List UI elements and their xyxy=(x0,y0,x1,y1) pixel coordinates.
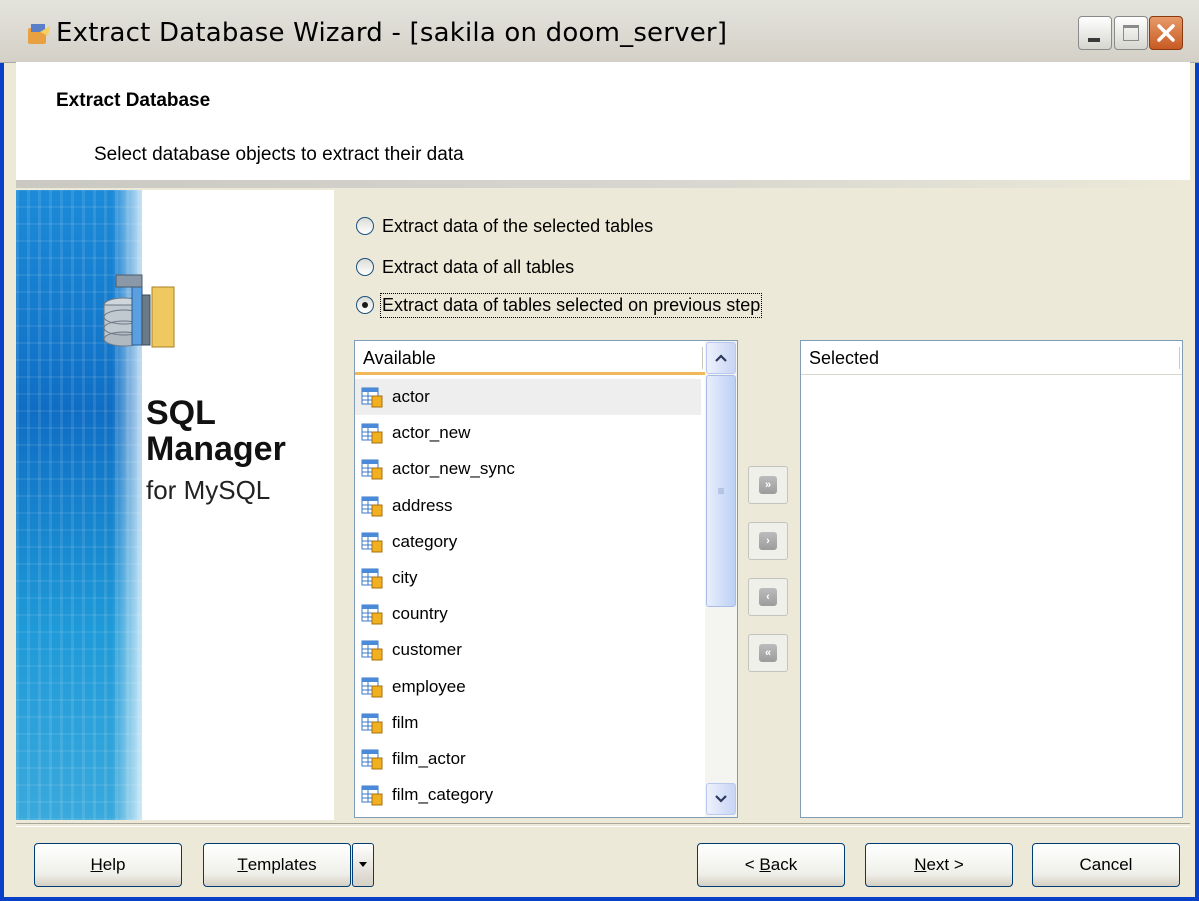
list-item[interactable]: film_actor xyxy=(355,741,701,777)
footer-divider xyxy=(16,823,1190,827)
table-icon xyxy=(361,713,383,734)
templates-label: emplates xyxy=(247,855,317,874)
minimize-button[interactable] xyxy=(1078,16,1112,50)
move-left-icon: ‹ xyxy=(759,588,777,606)
available-header-label: Available xyxy=(363,348,436,368)
move-left-button[interactable]: ‹ xyxy=(748,578,788,616)
table-icon xyxy=(361,532,383,553)
title-bar[interactable]: Extract Database Wizard - [sakila on doo… xyxy=(0,0,1199,63)
help-label: elp xyxy=(102,855,126,874)
next-label: ext > xyxy=(926,855,964,874)
wizard-app-icon xyxy=(28,24,50,44)
list-item[interactable]: actor_new xyxy=(355,415,701,451)
list-item[interactable]: actor xyxy=(355,379,701,415)
list-item[interactable]: city xyxy=(355,560,701,596)
selected-header-label: Selected xyxy=(809,348,880,368)
next-mnemonic: N xyxy=(914,855,927,874)
database-tools-icon xyxy=(103,274,175,348)
list-item-label: actor_new xyxy=(392,423,471,443)
table-icon xyxy=(361,785,383,806)
available-scrollbar[interactable]: ≡ xyxy=(705,341,737,817)
radio-all-tables[interactable] xyxy=(356,258,374,276)
move-all-right-button[interactable]: » xyxy=(748,466,788,504)
list-item-label: actor xyxy=(392,387,430,406)
templates-button[interactable]: Templates xyxy=(203,843,351,887)
option-selected-tables[interactable]: Extract data of the selected tables xyxy=(356,213,653,239)
table-icon xyxy=(361,459,383,480)
help-mnemonic: H xyxy=(90,855,103,874)
table-icon xyxy=(361,749,383,770)
next-button[interactable]: Next > xyxy=(865,843,1013,887)
move-all-left-icon: « xyxy=(759,644,777,662)
list-item-label: film_actor xyxy=(392,749,466,768)
scroll-up-button[interactable] xyxy=(706,342,736,374)
scroll-down-button[interactable] xyxy=(706,783,736,815)
list-item-label: customer xyxy=(392,640,462,660)
close-button[interactable] xyxy=(1149,16,1183,50)
selected-list[interactable]: Selected xyxy=(800,340,1183,818)
product-name-line2: Manager xyxy=(146,430,286,468)
list-item[interactable]: customer xyxy=(355,632,701,668)
page-title: Extract Database xyxy=(56,90,211,111)
list-item-label: film_category xyxy=(392,785,494,805)
option-label: Extract data of tables selected on previ… xyxy=(379,292,763,318)
list-item[interactable]: address xyxy=(355,488,701,524)
table-icon xyxy=(361,423,383,444)
table-icon xyxy=(361,496,383,517)
dropdown-arrow-icon xyxy=(359,862,367,867)
scroll-thumb[interactable]: ≡ xyxy=(706,375,736,607)
back-mnemonic: B xyxy=(759,855,771,874)
maximize-button[interactable] xyxy=(1114,16,1148,50)
back-label: ack xyxy=(770,855,798,874)
available-list[interactable]: Available actor actor_new actor_new_syncad… xyxy=(354,340,738,818)
chevron-down-icon xyxy=(715,795,727,803)
wizard-header: Extract Database Select database objects… xyxy=(16,62,1190,180)
chevron-up-icon xyxy=(715,354,727,362)
list-item[interactable]: country xyxy=(355,596,701,632)
move-all-left-button[interactable]: « xyxy=(748,634,788,672)
product-banner: SQL Manager for MySQL xyxy=(16,190,334,820)
window-title: Extract Database Wizard - [sakila on doo… xyxy=(56,18,728,48)
option-all-tables[interactable]: Extract data of all tables xyxy=(356,254,574,280)
back-button[interactable]: < Back xyxy=(697,843,845,887)
page-subtitle: Select database objects to extract their… xyxy=(94,144,464,165)
cancel-button[interactable]: Cancel xyxy=(1032,843,1180,887)
list-item-label: country xyxy=(392,604,448,624)
list-item[interactable]: category xyxy=(355,524,701,560)
product-name-line3: for MySQL xyxy=(146,475,271,505)
available-header[interactable]: Available xyxy=(355,341,705,375)
option-label: Extract data of all tables xyxy=(382,256,575,277)
selected-header[interactable]: Selected xyxy=(801,341,1182,375)
table-icon xyxy=(361,640,383,661)
move-all-right-icon: » xyxy=(759,476,777,494)
list-item[interactable]: employee xyxy=(355,669,701,705)
move-right-button[interactable]: › xyxy=(748,522,788,560)
help-button[interactable]: Help xyxy=(34,843,182,887)
move-right-icon: › xyxy=(759,532,777,550)
list-item-label: address xyxy=(392,495,453,515)
table-icon xyxy=(361,568,383,589)
product-name-line1: SQL xyxy=(146,394,216,432)
cancel-label: Cancel xyxy=(1079,855,1133,874)
radio-selected-tables[interactable] xyxy=(356,217,374,235)
list-item[interactable]: film xyxy=(355,705,701,741)
table-icon xyxy=(361,677,383,698)
option-previous-step[interactable]: Extract data of tables selected on previ… xyxy=(356,292,763,318)
radio-previous-step[interactable] xyxy=(356,296,374,314)
list-item[interactable]: actor_new_sync xyxy=(355,451,701,487)
list-item-label: city xyxy=(392,568,418,587)
table-icon xyxy=(361,387,383,408)
option-label: Extract data of the selected tables xyxy=(382,215,654,236)
header-divider xyxy=(16,180,1190,188)
templates-dropdown-button[interactable] xyxy=(352,843,374,887)
list-item-label: film xyxy=(392,712,419,732)
templates-mnemonic: T xyxy=(237,855,248,874)
back-prefix: < xyxy=(744,855,760,874)
list-item-label: category xyxy=(392,531,458,551)
list-item-label: employee xyxy=(392,676,466,696)
list-item[interactable]: film_category xyxy=(355,777,701,813)
close-icon xyxy=(1157,24,1175,42)
table-icon xyxy=(361,604,383,625)
list-item-label: actor_new_sync xyxy=(392,459,515,479)
